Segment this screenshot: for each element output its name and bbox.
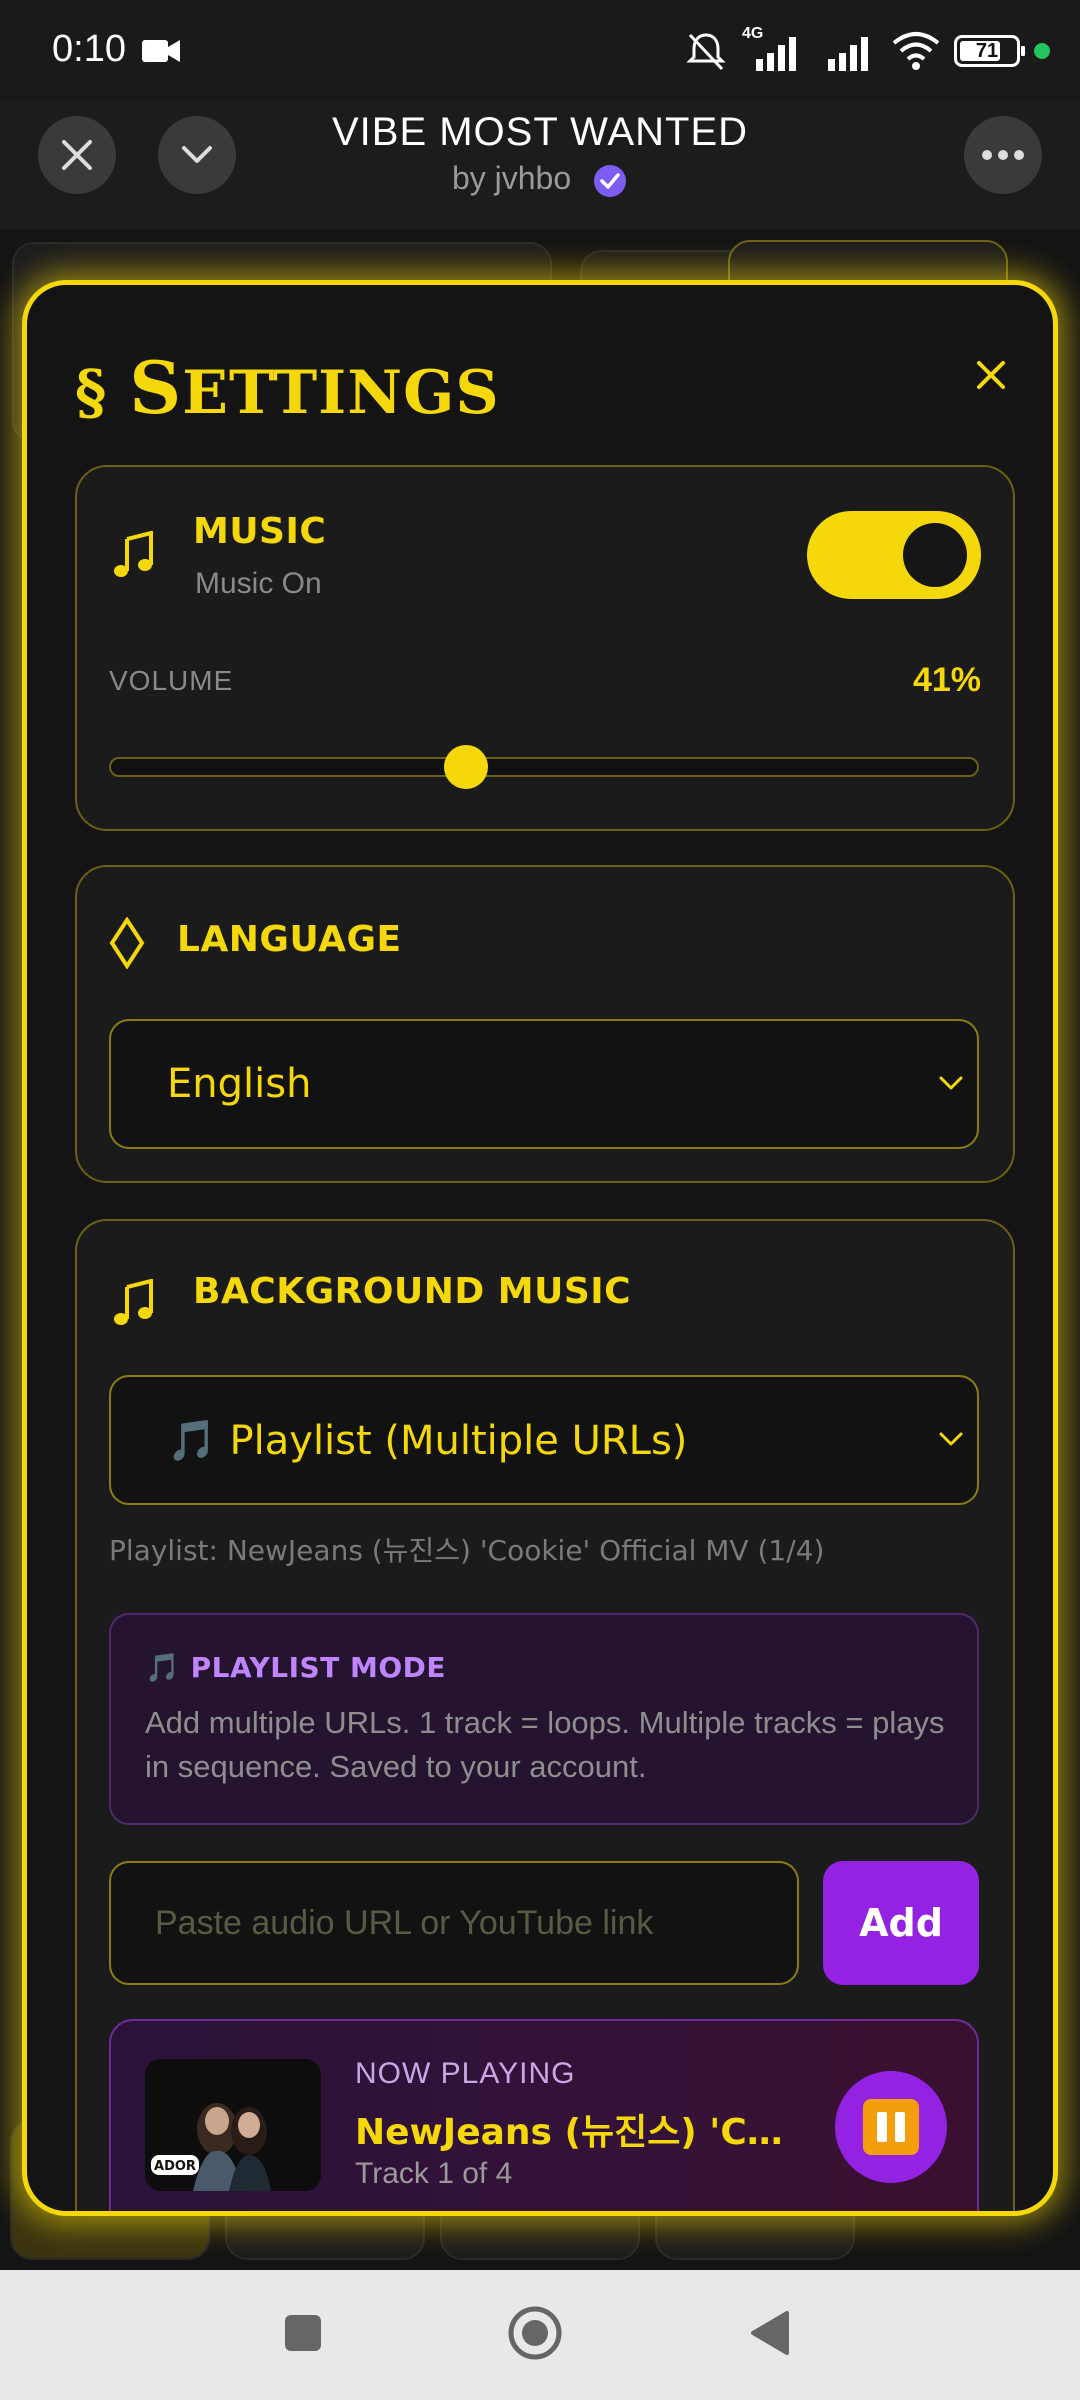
recent-apps-button[interactable] <box>268 2298 338 2368</box>
music-label: MUSIC <box>193 511 327 552</box>
verified-icon <box>594 164 627 197</box>
playlist-mode-description: Add multiple URLs. 1 track = loops. Mult… <box>145 1705 945 1784</box>
music-toggle[interactable] <box>807 511 981 599</box>
music-card: MUSIC Music On VOLUME 41% <box>75 465 1015 831</box>
title-rest: ETTINGS <box>182 358 500 428</box>
music-note-icon <box>114 1279 153 1325</box>
language-card: LANGUAGE English <box>75 865 1015 1183</box>
now-playing-title: NewJeans (뉴진스) 'Coo... <box>355 2112 795 2153</box>
volume-slider[interactable] <box>109 745 979 789</box>
background-music-label: BACKGROUND MUSIC <box>193 1271 632 1312</box>
playlist-mode-title: 🎵 PLAYLIST MODE <box>145 1651 447 1684</box>
more-icon <box>982 150 1024 160</box>
toggle-knob <box>903 523 967 587</box>
back-button[interactable] <box>734 2298 804 2368</box>
status-bar: 0:10 4G 71 <box>0 0 1080 100</box>
language-select[interactable]: English <box>109 1019 979 1149</box>
now-playing-card: ADOR NOW PLAYING NewJeans (뉴진스) 'Coo... … <box>109 2019 979 2211</box>
home-circle-icon <box>508 2306 562 2360</box>
background-music-card: BACKGROUND MUSIC 🎵 Playlist (Multiple UR… <box>75 1219 1015 2211</box>
pause-icon <box>863 2099 919 2155</box>
svg-text:ADOR: ADOR <box>154 2159 196 2174</box>
playlist-mode-box: 🎵 PLAYLIST MODE Add multiple URLs. 1 tra… <box>109 1613 979 1825</box>
language-selected: English <box>167 1061 312 1107</box>
app-author: by jvhbo <box>0 160 1080 199</box>
track-thumbnail: ADOR <box>145 2059 321 2191</box>
app-header: VIBE MOST WANTED by jvhbo <box>0 100 1080 230</box>
volume-slider-thumb[interactable] <box>444 745 489 789</box>
language-label: LANGUAGE <box>177 919 402 960</box>
chevron-down-icon <box>939 1076 963 1090</box>
wifi-icon <box>892 32 940 70</box>
back-triangle-icon <box>751 2311 789 2355</box>
volume-label: VOLUME <box>109 665 234 696</box>
dot-icon <box>1034 43 1050 59</box>
audio-url-input[interactable] <box>109 1861 799 1985</box>
music-status: Music On <box>195 567 322 600</box>
diamond-icon <box>109 917 145 969</box>
close-settings-button[interactable] <box>971 355 1011 395</box>
square-icon <box>285 2315 321 2351</box>
pause-button[interactable] <box>835 2071 947 2183</box>
volume-value: 41% <box>912 661 981 699</box>
section-sign: § <box>75 358 108 428</box>
system-nav-bar <box>0 2270 1080 2400</box>
battery-level: 71 <box>975 39 999 62</box>
chevron-down-icon <box>939 1432 963 1446</box>
mute-vibrate-icon <box>686 33 726 71</box>
app-title: VIBE MOST WANTED <box>331 110 749 154</box>
battery-icon: 71 <box>954 35 1025 67</box>
signal-icon: 4G <box>742 25 812 73</box>
home-button[interactable] <box>500 2298 570 2368</box>
screen: 0:10 4G 71 VIBE MOST WANTED by jvhbo § S… <box>0 0 1080 2400</box>
track-counter: Track 1 of 4 <box>355 2157 513 2190</box>
status-icons: 4G 71 <box>684 25 1050 74</box>
more-options-button[interactable] <box>964 116 1042 194</box>
settings-modal: § SETTINGS MUSIC Music On VOLUME 41% LAN… <box>22 280 1058 2216</box>
settings-title: § SETTINGS <box>75 345 500 430</box>
video-camera-icon <box>142 40 180 62</box>
now-playing-label: NOW PLAYING <box>355 2057 576 2090</box>
add-url-button[interactable]: Add <box>823 1861 979 1985</box>
signal-icon <box>828 37 868 71</box>
author-label: by jvhbo <box>451 160 572 196</box>
status-time: 0:10 <box>52 28 126 70</box>
music-note-icon <box>114 531 153 577</box>
music-source-selected: 🎵 Playlist (Multiple URLs) <box>167 1417 688 1464</box>
music-source-select[interactable]: 🎵 Playlist (Multiple URLs) <box>109 1375 979 1505</box>
title-initial: S <box>129 345 183 430</box>
playlist-info: Playlist: NewJeans (뉴진스) 'Cookie' Offici… <box>109 1534 825 1567</box>
